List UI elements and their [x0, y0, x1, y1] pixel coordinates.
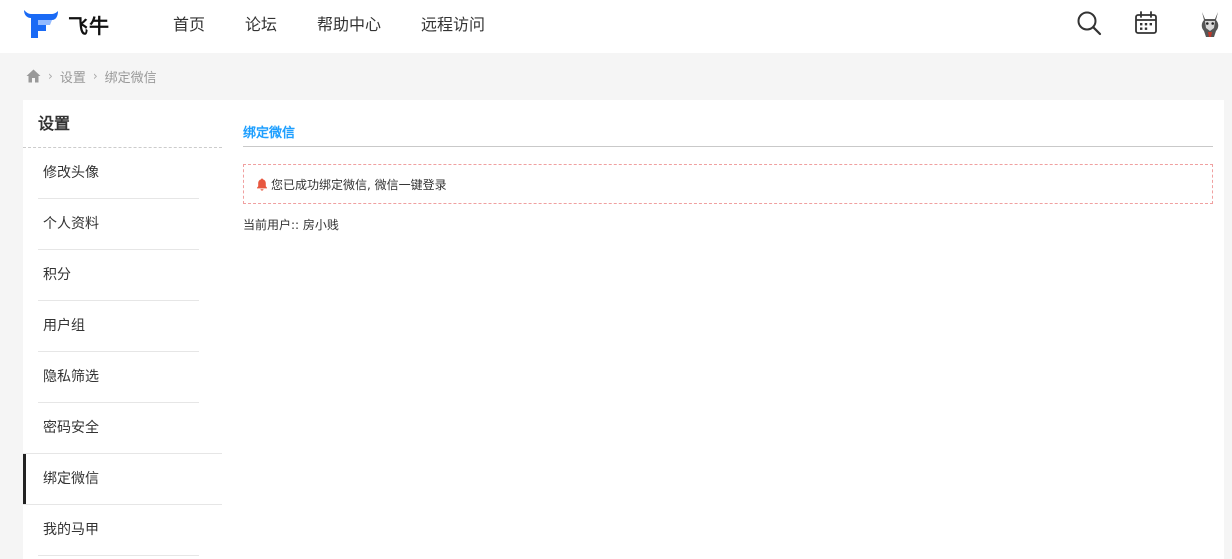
success-notice: 您已成功绑定微信, 微信一键登录 [243, 164, 1213, 204]
nav-home[interactable]: 首页 [173, 11, 205, 35]
main-panel: 绑定微信 您已成功绑定微信, 微信一键登录 当前用户:: 房小贱 [222, 100, 1224, 559]
sidebar-item-bind-wechat[interactable]: 绑定微信 [23, 453, 222, 505]
top-header: 飞牛 首页 论坛 帮助中心 远程访问 [0, 0, 1232, 53]
nav-help-center[interactable]: 帮助中心 [317, 11, 381, 35]
site-logo[interactable]: 飞牛 [22, 8, 110, 40]
calendar-icon[interactable] [1133, 10, 1159, 36]
sidebar-item-privacy-filter[interactable]: 隐私筛选 [23, 352, 222, 403]
breadcrumb: › 设置 › 绑定微信 [26, 67, 157, 86]
bell-icon [257, 178, 267, 191]
settings-sidebar: 设置 修改头像 个人资料 积分 用户组 隐私筛选 密码安全 绑定微信 我的马甲 [23, 100, 222, 559]
nav-forum[interactable]: 论坛 [245, 11, 277, 35]
logo-bull-icon [24, 10, 58, 38]
search-icon[interactable] [1076, 10, 1102, 36]
breadcrumb-separator: › [92, 69, 98, 83]
notice-text: 您已成功绑定微信, 微信一键登录 [271, 177, 447, 192]
current-user-label: 当前用户:: 房小贱 [243, 218, 339, 232]
logo-text: 飞牛 [68, 13, 110, 38]
breadcrumb-bind-wechat: 绑定微信 [104, 70, 157, 86]
home-icon[interactable] [26, 69, 41, 83]
sidebar-item-password-security[interactable]: 密码安全 [23, 403, 222, 454]
sidebar-item-points[interactable]: 积分 [23, 250, 222, 301]
title-divider [243, 146, 1213, 147]
breadcrumb-separator: › [48, 69, 53, 83]
sidebar-item-my-alt-accounts[interactable]: 我的马甲 [23, 505, 222, 556]
sidebar-item-user-group[interactable]: 用户组 [23, 301, 222, 352]
nav-remote-access[interactable]: 远程访问 [421, 11, 485, 35]
page-title: 绑定微信 [243, 126, 296, 141]
main-nav: 首页 论坛 帮助中心 远程访问 [173, 0, 525, 45]
user-avatar[interactable] [1196, 8, 1224, 38]
sidebar-title: 设置 [23, 100, 222, 148]
sidebar-item-change-avatar[interactable]: 修改头像 [23, 148, 222, 199]
sidebar-item-profile[interactable]: 个人资料 [23, 199, 222, 250]
breadcrumb-settings[interactable]: 设置 [60, 67, 86, 86]
